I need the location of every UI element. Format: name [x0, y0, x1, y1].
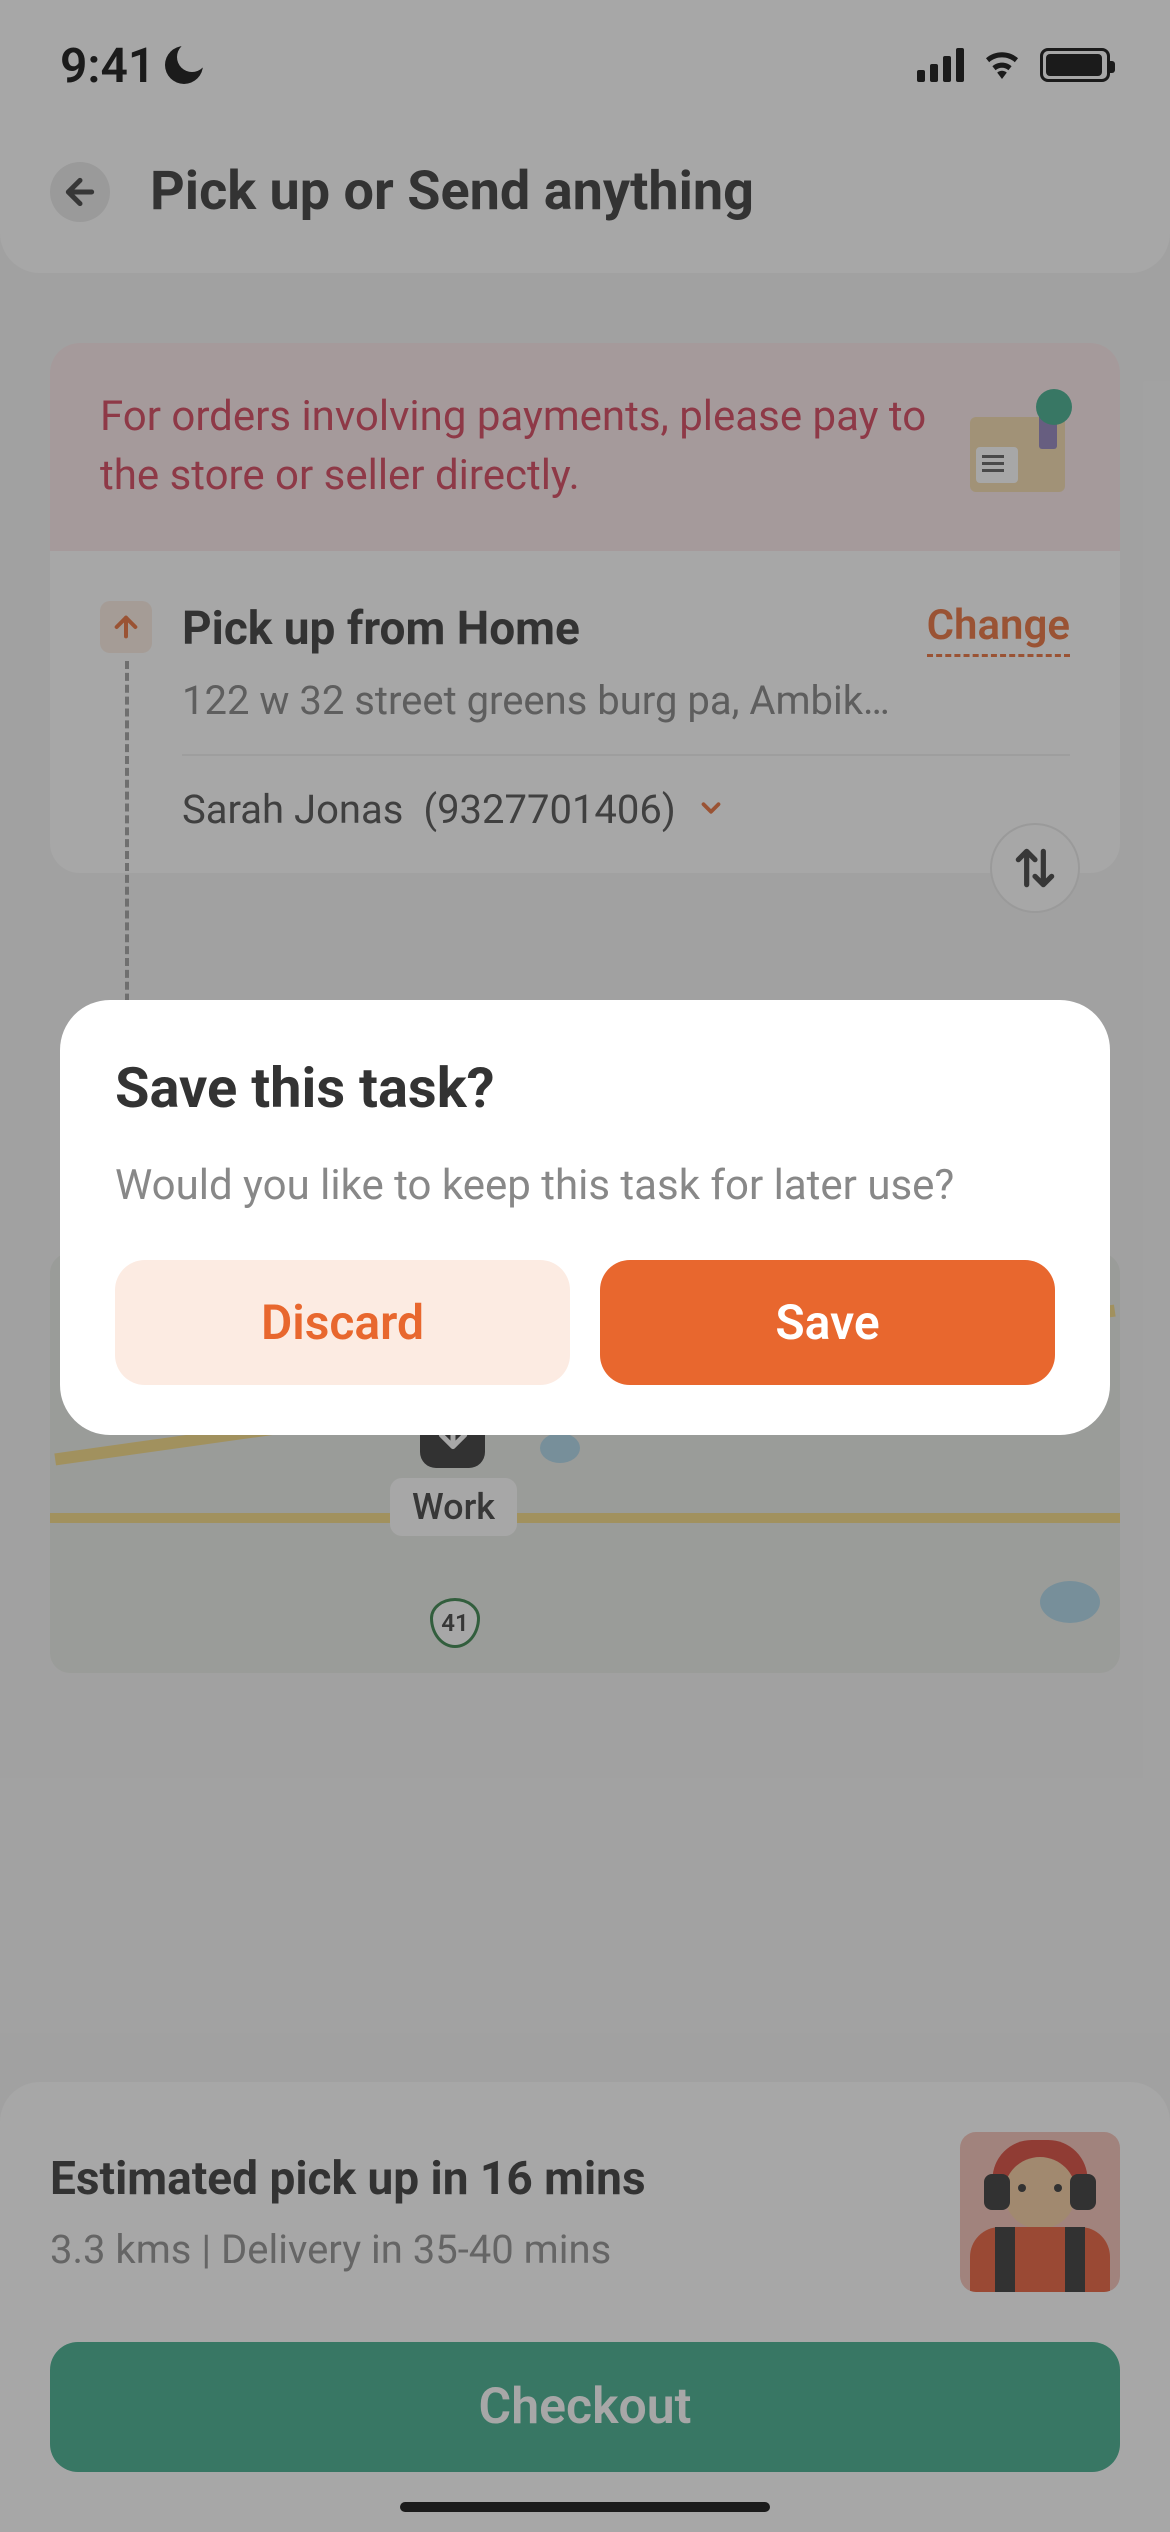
- modal-description: Would you like to keep this task for lat…: [115, 1161, 1055, 1210]
- save-button[interactable]: Save: [600, 1260, 1055, 1385]
- discard-button[interactable]: Discard: [115, 1260, 570, 1385]
- save-task-modal: Save this task? Would you like to keep t…: [60, 1000, 1110, 1435]
- modal-title: Save this task?: [115, 1055, 1055, 1121]
